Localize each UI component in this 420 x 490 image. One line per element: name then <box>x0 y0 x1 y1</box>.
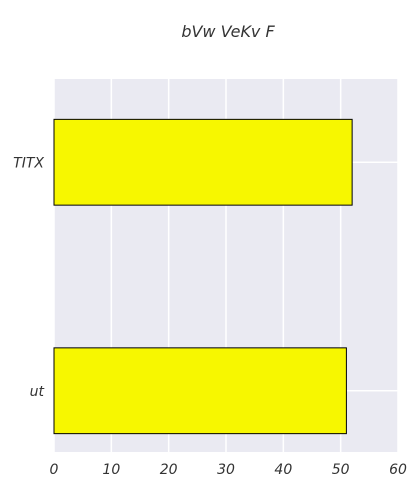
x-tick-label: 50 <box>332 462 350 478</box>
x-tick-label: 40 <box>274 462 292 478</box>
x-tick-label: 0 <box>50 462 59 478</box>
bar-chart: 0 10 20 30 40 50 60 TITX ut bVw VeKv F <box>13 22 407 478</box>
x-tick-label: 30 <box>217 462 235 478</box>
chart-title: bVw VeKv F <box>181 22 275 41</box>
x-tick-label: 10 <box>102 462 120 478</box>
x-tick-label: 20 <box>160 462 178 478</box>
chart-root: 0 10 20 30 40 50 60 TITX ut bVw VeKv F <box>0 0 420 490</box>
bar <box>53 118 353 206</box>
y-tick-label: TITX <box>13 155 44 171</box>
y-tick-label: ut <box>30 384 45 400</box>
bar <box>53 347 347 435</box>
x-tick-label: 60 <box>389 462 407 478</box>
